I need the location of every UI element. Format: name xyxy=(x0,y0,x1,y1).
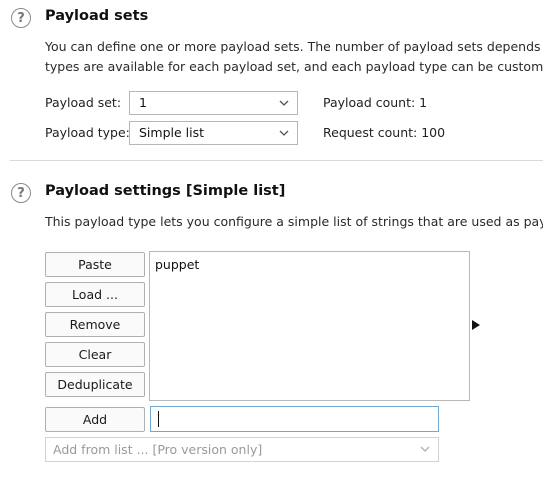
help-icon[interactable]: ? xyxy=(11,183,31,203)
payload-type-value: Simple list xyxy=(139,125,205,140)
add-button[interactable]: Add xyxy=(45,407,145,432)
remove-button[interactable]: Remove xyxy=(45,312,145,337)
paste-button[interactable]: Paste xyxy=(45,252,145,277)
payload-sets-description-line1: You can define one or more payload sets.… xyxy=(45,39,543,54)
add-from-list-label: Add from list ... [Pro version only] xyxy=(53,442,263,457)
request-count: Request count: 100 xyxy=(323,125,446,140)
payload-sets-title: Payload sets xyxy=(45,8,149,24)
payload-type-label: Payload type: xyxy=(45,125,130,140)
load-button[interactable]: Load ... xyxy=(45,282,145,307)
list-item[interactable]: puppet xyxy=(155,257,199,272)
add-from-list-select: Add from list ... [Pro version only] xyxy=(45,437,439,462)
payload-type-select[interactable]: Simple list xyxy=(129,121,298,145)
payload-sets-description-line2: types are available for each payload set… xyxy=(45,59,543,74)
chevron-down-icon xyxy=(279,130,289,136)
payload-settings-description: This payload type lets you configure a s… xyxy=(45,214,543,229)
payload-count: Payload count: 1 xyxy=(323,95,428,110)
payload-list[interactable]: puppet xyxy=(149,251,470,401)
text-cursor xyxy=(158,411,159,427)
chevron-down-icon xyxy=(420,446,430,452)
payload-settings-title: Payload settings [Simple list] xyxy=(45,183,286,199)
payload-set-select[interactable]: 1 xyxy=(129,91,298,115)
clear-button[interactable]: Clear xyxy=(45,342,145,367)
payload-set-value: 1 xyxy=(139,95,147,110)
add-item-input[interactable] xyxy=(150,406,439,432)
help-icon[interactable]: ? xyxy=(11,8,31,28)
chevron-down-icon xyxy=(279,100,289,106)
deduplicate-button[interactable]: Deduplicate xyxy=(45,372,145,397)
section-divider xyxy=(10,160,543,161)
triangle-right-icon[interactable] xyxy=(472,320,480,330)
payload-set-label: Payload set: xyxy=(45,95,122,110)
